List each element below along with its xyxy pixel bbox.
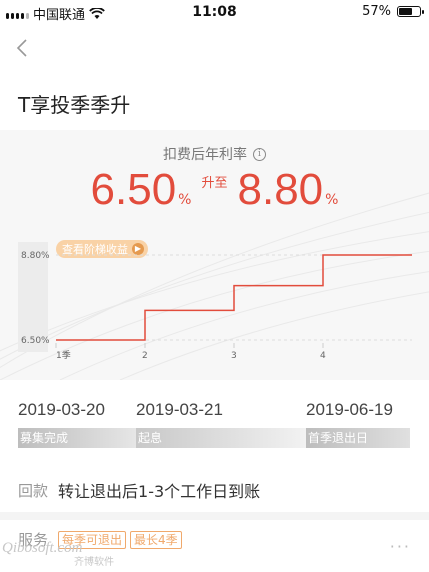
tag-max-term: 最长4季 xyxy=(130,530,182,549)
chart-svg: 8.80% 6.50% 1季 2 3 4 xyxy=(18,242,412,361)
repay-label: 回款 xyxy=(18,481,49,500)
rate-label: 扣费后年利率 i xyxy=(0,144,429,164)
stage-fundraise: 募集完成 xyxy=(18,428,136,448)
status-bar: 中国联通 11:08 57% xyxy=(0,0,429,24)
rate-to: 8.80 xyxy=(237,165,324,214)
more-icon[interactable]: ··· xyxy=(390,537,411,556)
battery-icon xyxy=(397,6,424,17)
chart-series-line xyxy=(56,254,412,341)
section-divider xyxy=(0,512,429,520)
rate-label-text: 扣费后年利率 xyxy=(163,147,247,163)
watermark-logo: Qibosoft.com xyxy=(2,540,83,556)
date-first-exit: 2019-06-19 xyxy=(306,400,393,419)
stage-interest-start: 起息 xyxy=(136,428,306,448)
chart-y-tick-label: 8.80% xyxy=(21,251,50,261)
info-icon[interactable]: i xyxy=(253,147,266,161)
status-right: 57% xyxy=(362,4,424,19)
date-fundraise: 2019-03-20 xyxy=(18,400,105,419)
rate-row: 6.50 % 升至 8.80 % xyxy=(0,166,429,214)
rate-from-percent: % xyxy=(178,192,192,208)
rate-from: 6.50 xyxy=(90,165,177,214)
step-chart: 8.80% 6.50% 1季 2 3 4 xyxy=(0,230,429,380)
chart-x-tick-label: 1季 xyxy=(56,349,71,361)
date-interest-start: 2019-03-21 xyxy=(136,400,223,419)
watermark-cn: 齐博软件 xyxy=(74,557,114,568)
timeline: 2019-03-20 2019-03-21 2019-06-19 募集完成 起息… xyxy=(0,400,429,450)
stage-first-exit: 首季退出日 xyxy=(306,428,410,448)
chevron-left-icon xyxy=(16,39,27,57)
rate-hero: 扣费后年利率 i 6.50 % 升至 8.80 % 查看阶梯收益 ▶ 8.80%… xyxy=(0,130,429,380)
repay-row: 回款 转让退出后1-3个工作日到账 xyxy=(18,478,260,502)
rate-to-percent: % xyxy=(325,192,339,208)
chart-x-tick-label: 4 xyxy=(320,351,326,361)
page-title: T享投季季升 xyxy=(18,93,131,117)
repay-value: 转让退出后1-3个工作日到账 xyxy=(58,482,261,501)
chart-x-tick-label: 2 xyxy=(142,351,148,361)
rate-connector: 升至 xyxy=(201,176,228,191)
back-button[interactable] xyxy=(12,36,32,60)
battery-percent: 57% xyxy=(362,4,391,19)
chart-y-tick-label: 6.50% xyxy=(21,336,50,346)
chart-x-tick-label: 3 xyxy=(231,351,237,361)
